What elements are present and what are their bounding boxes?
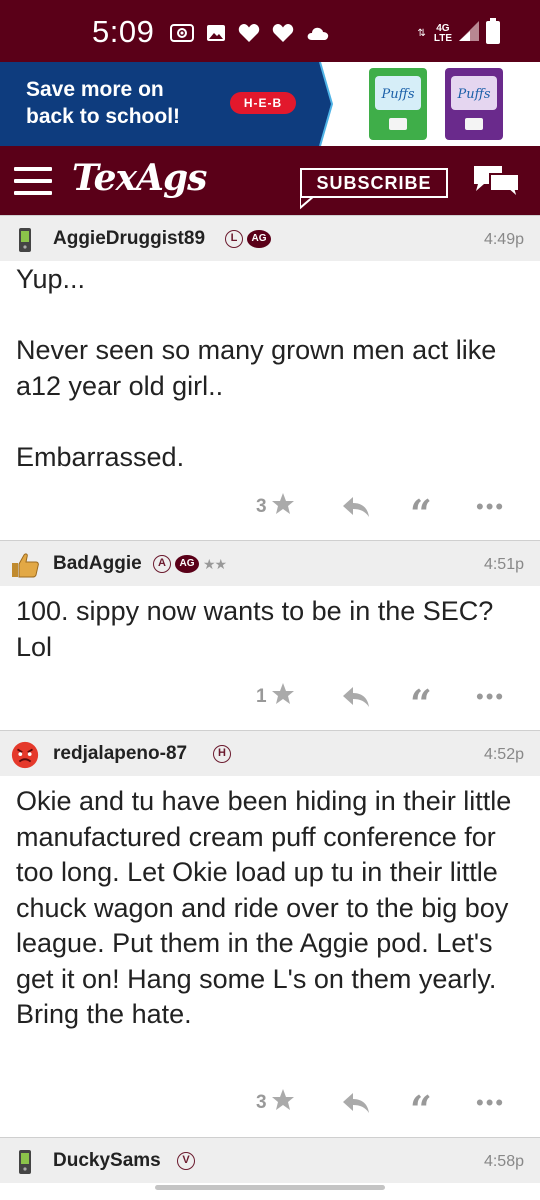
quote-icon[interactable]: “ xyxy=(410,492,432,533)
post-actions: 1 “ ••• xyxy=(250,682,520,723)
rating-count: 3 xyxy=(256,1092,267,1113)
ad-headline: Save more on back to school! xyxy=(26,78,181,128)
thumbs-up-icon[interactable] xyxy=(10,550,40,580)
heart-icon xyxy=(238,23,260,48)
user-badges: A AG ★★ xyxy=(153,555,227,573)
radio-icon xyxy=(170,23,194,47)
texags-logo[interactable]: TexAgs xyxy=(72,157,207,199)
ad-product-image: Puffs xyxy=(369,68,427,140)
heb-logo: H-E-B xyxy=(230,92,296,114)
user-badges: L AG xyxy=(225,230,271,248)
post-timestamp: 4:49p xyxy=(483,231,524,248)
reply-icon[interactable] xyxy=(342,682,370,712)
user-badge: A xyxy=(153,555,171,573)
rating-button[interactable]: 3 xyxy=(256,492,295,522)
more-options-icon[interactable]: ••• xyxy=(476,492,505,522)
data-arrows-icon: ⇅ xyxy=(417,28,426,39)
more-options-icon[interactable]: ••• xyxy=(476,682,505,712)
post-timestamp: 4:51p xyxy=(483,556,524,573)
post-actions: 3 “ ••• xyxy=(250,1088,520,1129)
user-badge: H xyxy=(213,745,231,763)
ad-divider-chevron xyxy=(298,62,334,146)
rating-button[interactable]: 3 xyxy=(256,1088,295,1118)
subscribe-button[interactable]: SUBSCRIBE xyxy=(300,168,448,198)
ad-banner[interactable]: Save more on back to school! H-E-B Puffs… xyxy=(0,62,540,146)
post-timestamp: 4:58p xyxy=(483,1153,524,1170)
post-header: AggieDruggist89 L AG 4:49p xyxy=(0,215,540,261)
status-time: 5:09 xyxy=(92,14,155,49)
phone-icon[interactable] xyxy=(10,1147,40,1177)
post-header: redjalapeno-87 H 4:52p xyxy=(0,730,540,776)
chat-icon[interactable] xyxy=(472,164,522,205)
signal-icon xyxy=(458,20,480,47)
post-username[interactable]: DuckySams xyxy=(53,1150,161,1172)
post-body: Okie and tu have been hiding in their li… xyxy=(16,786,519,1029)
ag-badge: AG xyxy=(175,555,199,573)
post-username[interactable]: BadAggie xyxy=(53,553,142,575)
image-icon xyxy=(206,24,226,47)
reply-icon[interactable] xyxy=(342,1088,370,1118)
reply-icon[interactable] xyxy=(342,492,370,522)
user-badge: L xyxy=(225,230,243,248)
more-options-icon[interactable]: ••• xyxy=(476,1088,505,1118)
post-timestamp: 4:52p xyxy=(483,746,524,763)
quote-icon[interactable]: “ xyxy=(410,1088,432,1129)
battery-icon xyxy=(486,18,500,49)
user-badges: H xyxy=(213,745,231,763)
notification-icons xyxy=(170,23,330,48)
phone-icon[interactable] xyxy=(10,225,40,255)
rating-stars: ★★ xyxy=(203,555,227,572)
user-badges: V xyxy=(177,1152,195,1170)
home-indicator[interactable] xyxy=(155,1185,385,1190)
svg-text:Puffs: Puffs xyxy=(456,87,490,102)
angry-face-icon[interactable] xyxy=(10,740,40,770)
post-header: DuckySams V 4:58p xyxy=(0,1137,540,1183)
ad-panel: Save more on back to school! H-E-B xyxy=(0,62,320,146)
network-type: 4G LTE xyxy=(433,22,452,44)
post-username[interactable]: redjalapeno-87 xyxy=(53,743,187,765)
hamburger-menu-icon[interactable] xyxy=(14,167,52,195)
star-icon xyxy=(271,492,295,522)
cloud-icon xyxy=(306,25,330,46)
user-badge: V xyxy=(177,1152,195,1170)
post-actions: 3 “ ••• xyxy=(250,492,520,533)
status-bar: 5:09 ⇅ 4G LTE xyxy=(0,0,540,62)
site-header: TexAgs SUBSCRIBE xyxy=(0,146,540,216)
post-body: Yup... Never seen so many grown men act … xyxy=(16,264,497,472)
ad-product-image: Puffs xyxy=(445,68,503,140)
ag-badge: AG xyxy=(247,230,271,248)
svg-text:Puffs: Puffs xyxy=(380,87,414,102)
system-status: ⇅ 4G LTE xyxy=(417,18,500,49)
heart-icon xyxy=(272,23,294,48)
post-username[interactable]: AggieDruggist89 xyxy=(53,228,205,250)
rating-count: 1 xyxy=(256,686,267,707)
rating-button[interactable]: 1 xyxy=(256,682,295,712)
post-header: BadAggie A AG ★★ 4:51p xyxy=(0,540,540,586)
subscribe-tail xyxy=(300,196,315,210)
rating-count: 3 xyxy=(256,496,267,517)
star-icon xyxy=(271,682,295,712)
quote-icon[interactable]: “ xyxy=(410,682,432,723)
post-body: 100. sippy now wants to be in the SEC? L… xyxy=(16,596,501,662)
star-icon xyxy=(271,1088,295,1118)
